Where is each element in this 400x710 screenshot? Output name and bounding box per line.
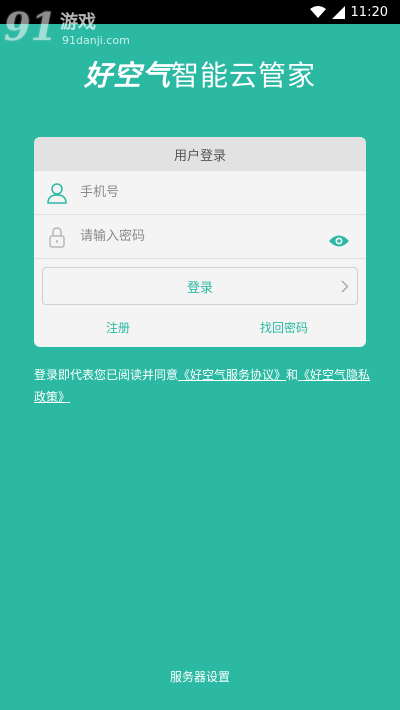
watermark-number: 91 — [4, 4, 57, 49]
service-agreement-link[interactable]: 《好空气服务协议》 — [178, 368, 286, 382]
login-button-label: 登录 — [186, 280, 213, 296]
signal-icon — [331, 5, 345, 19]
agreement-conjunction: 和 — [286, 368, 299, 382]
user-icon — [46, 182, 68, 204]
watermark-name: 游戏 — [60, 12, 96, 33]
app-brand: 好空气 — [83, 59, 171, 92]
status-icons — [309, 5, 345, 19]
wifi-icon — [309, 6, 326, 18]
server-settings-link[interactable]: 服务器设置 — [0, 668, 400, 685]
agreement-prefix: 登录即代表您已阅读并同意 — [34, 368, 179, 382]
password-field — [34, 215, 366, 259]
chevron-right-icon — [341, 280, 349, 293]
password-input[interactable] — [80, 215, 366, 258]
register-link[interactable]: 注册 — [106, 319, 130, 336]
lock-icon — [46, 226, 68, 248]
login-card-title: 用户登录 — [34, 137, 366, 171]
forgot-password-link[interactable]: 找回密码 — [260, 319, 308, 336]
watermark-url: 91danji.com — [62, 34, 130, 47]
watermark-logo: 91 游戏 91danji.com — [4, 4, 144, 52]
status-time: 11:20 — [350, 4, 388, 20]
app-title-rest: 智能云管家 — [171, 59, 317, 92]
login-card: 用户登录 登录 — [34, 137, 366, 347]
login-links: 注册 找回密码 — [34, 317, 366, 337]
phone-field — [34, 171, 366, 215]
login-button[interactable]: 登录 — [42, 267, 358, 305]
phone-input[interactable] — [80, 171, 366, 214]
agreement-text: 登录即代表您已阅读并同意《好空气服务协议》和《好空气隐私政策》 — [34, 364, 374, 408]
app-title: 好空气智能云管家 — [0, 54, 400, 94]
eye-icon[interactable] — [328, 233, 350, 252]
